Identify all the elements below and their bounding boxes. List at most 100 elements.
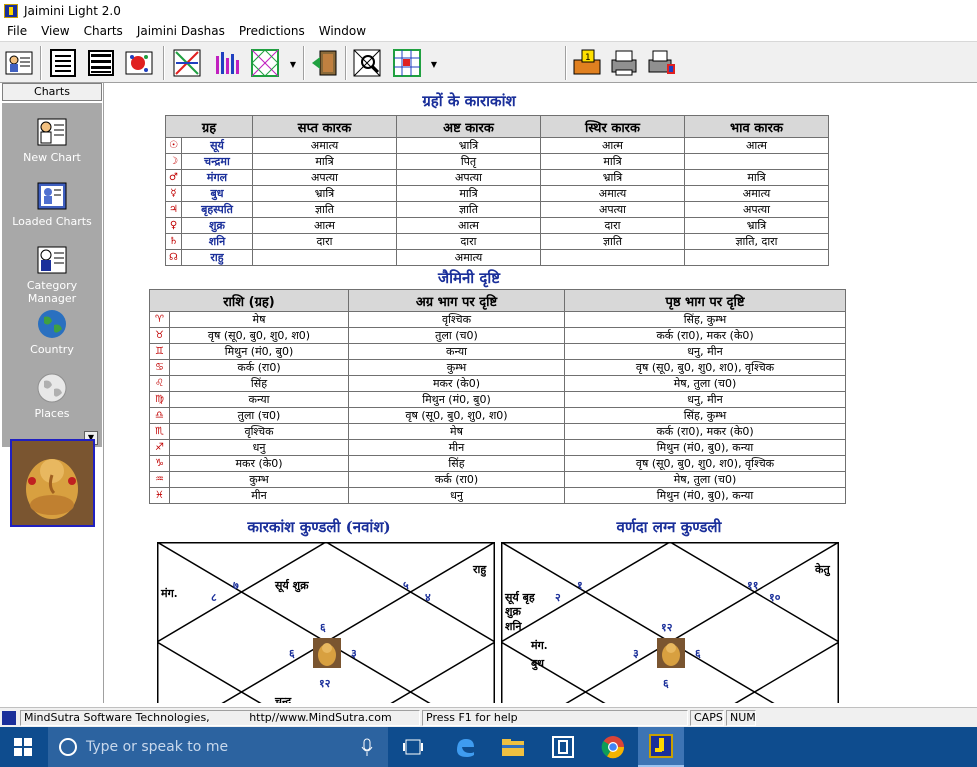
sidebar-item-country[interactable]: Country xyxy=(2,309,102,356)
tablet-app-icon[interactable] xyxy=(540,727,586,767)
menu-charts[interactable]: Charts xyxy=(77,24,130,38)
menu-predictions[interactable]: Predictions xyxy=(232,24,312,38)
chart-planet-label: शुक्र xyxy=(505,605,521,618)
zodiac-symbol-icon: ♏ xyxy=(149,423,170,440)
grid-table-icon[interactable] xyxy=(390,46,424,80)
task-view-icon[interactable] xyxy=(390,727,436,767)
toolbar-separator xyxy=(163,46,165,80)
document-list-icon[interactable] xyxy=(46,46,80,80)
zodiac-symbol-icon: ♈ xyxy=(149,311,170,328)
planet-symbol-icon: ☿ xyxy=(165,185,182,202)
table-cell: अपत्या xyxy=(540,201,685,218)
table-row: ☉ सूर्य अमात्य भ्रात्रि आत्म आत्म xyxy=(165,137,829,154)
exit-door-icon[interactable] xyxy=(308,46,342,80)
table-cell: दारा xyxy=(540,217,685,234)
sidebar-item-new-chart[interactable]: New Chart xyxy=(2,117,102,164)
sidebar-item-label: Category Manager xyxy=(26,279,78,305)
chart1-title: कारकांश कुण्डली (नवांश) xyxy=(247,518,391,536)
zodiac-symbol-icon: ♑ xyxy=(149,455,170,472)
table-cell: धनु xyxy=(169,439,349,456)
microphone-icon[interactable] xyxy=(360,737,374,757)
windows-start-icon[interactable] xyxy=(0,727,46,767)
table-cell xyxy=(684,153,829,170)
graph-lines-icon[interactable] xyxy=(170,46,204,80)
table-cell: तुला (च0) xyxy=(169,407,349,424)
house-number: १२ xyxy=(319,677,331,690)
table-cell: मेष xyxy=(169,311,349,328)
app-status-icon xyxy=(2,711,16,725)
table-row: ♒ कुम्भ कर्क (रा0) मेष, तुला (च0) xyxy=(149,471,846,488)
chart-planet-label: सूर्य बृह xyxy=(505,591,535,604)
menu-view[interactable]: View xyxy=(34,24,76,38)
table-cell: मेष, तुला (च0) xyxy=(564,471,846,488)
table-cell: धनु xyxy=(348,487,565,504)
chart-planet-label: मंग. xyxy=(531,639,548,652)
table-cell: अमात्य xyxy=(540,185,685,202)
status-company: MindSutra Software Technologies, http//w… xyxy=(20,710,420,726)
table-cell: मात्रि xyxy=(396,185,541,202)
table-view-icon[interactable] xyxy=(84,46,118,80)
file-explorer-icon[interactable] xyxy=(490,727,536,767)
search-placeholder: Type or speak to me xyxy=(86,739,229,755)
planet-symbol-icon: ☽ xyxy=(165,153,182,170)
sidebar-item-places[interactable]: Places xyxy=(2,373,102,420)
sidebar-item-category-manager[interactable]: Category Manager xyxy=(2,245,102,305)
menu-window[interactable]: Window xyxy=(312,24,373,38)
print-preview-icon[interactable]: 1 xyxy=(570,46,604,80)
menu-jaimini-dashas[interactable]: Jaimini Dashas xyxy=(130,24,232,38)
table-row: ♊ मिथुन (मं0, बु0) कन्या धनु, मीन xyxy=(149,343,846,360)
jaimini-taskbar-icon[interactable] xyxy=(638,727,684,767)
edge-browser-icon[interactable] xyxy=(442,727,488,767)
planet-symbol-icon: ♂ xyxy=(165,169,182,186)
table-cell: मेष, तुला (च0) xyxy=(564,375,846,392)
table-cell: मात्रि xyxy=(540,153,685,170)
dots-chart-icon[interactable] xyxy=(122,46,156,80)
sidebar-item-label: Loaded Charts xyxy=(12,215,92,228)
new-chart-tool-icon[interactable] xyxy=(2,46,36,80)
table-cell: मीन xyxy=(348,439,565,456)
menu-file[interactable]: File xyxy=(0,24,34,38)
table-cell: कर्क (रा0), मकर (के0) xyxy=(564,327,846,344)
zodiac-symbol-icon: ♒ xyxy=(149,471,170,488)
planet-name: बृहस्पति xyxy=(181,201,253,218)
dropdown-arrow-icon[interactable]: ▼ xyxy=(288,60,298,70)
table-cell: मकर (के0) xyxy=(169,455,349,472)
table-cell: अपत्या xyxy=(684,201,829,218)
zoom-chart-icon[interactable] xyxy=(350,46,384,80)
taskbar-search[interactable]: Type or speak to me xyxy=(48,727,388,767)
table-cell: कुम्भ xyxy=(169,471,349,488)
table-cell: वृष (सू0, बु0, शु0, श0), वृश्चिक xyxy=(564,359,846,376)
grid-chart-icon[interactable] xyxy=(248,46,282,80)
planet-symbol-icon: ♃ xyxy=(165,201,182,218)
house-number: ३ xyxy=(351,647,357,660)
column-header: अग्र भाग पर दृष्टि xyxy=(348,289,565,312)
table-cell: दारा xyxy=(396,233,541,250)
table-row: ♉ वृष (सू0, बु0, शु0, श0) तुला (च0) कर्क (र… xyxy=(149,327,846,344)
table-cell: आत्म xyxy=(540,137,685,154)
app-icon xyxy=(4,3,18,18)
printer-icon[interactable] xyxy=(607,46,641,80)
bar-graph-icon[interactable] xyxy=(210,46,244,80)
table-row: ♃ बृहस्पति ज्ञाति ज्ञाति अपत्या अपत्या xyxy=(165,201,829,218)
planet-symbol-icon: ☊ xyxy=(165,249,182,266)
table-row: ♄ शनि दारा दारा ज्ञाति ज्ञाति, दारा xyxy=(165,233,829,250)
table-cell: अपत्या xyxy=(252,169,397,186)
drishti-table: राशि (ग्रह) अग्र भाग पर दृष्टि पृष्ठ भाग… xyxy=(149,289,846,504)
table-cell xyxy=(252,249,397,266)
zodiac-symbol-icon: ♐ xyxy=(149,439,170,456)
printer-setup-icon[interactable] xyxy=(645,46,679,80)
planet-symbol-icon: ♀ xyxy=(165,217,182,234)
chrome-browser-icon[interactable] xyxy=(590,727,636,767)
sidebar-header[interactable]: Charts xyxy=(2,83,102,101)
table-row: ♋ कर्क (रा0) कुम्भ वृष (सू0, बु0, शु0, श0),… xyxy=(149,359,846,376)
house-number: ६ xyxy=(695,647,701,660)
loaded-charts-icon xyxy=(35,181,69,211)
dropdown-arrow-icon[interactable]: ▼ xyxy=(429,60,439,70)
sidebar-item-loaded-charts[interactable]: Loaded Charts xyxy=(2,181,102,228)
house-number: ११ xyxy=(747,579,759,592)
sidebar-item-label: New Chart xyxy=(23,151,81,164)
house-number: १० xyxy=(769,591,781,604)
chart2-title: वर्णदा लग्न कुण्डली xyxy=(616,518,722,536)
planet-name: मंगल xyxy=(181,169,253,186)
table-cell: कर्क (रा0), मकर (के0) xyxy=(564,423,846,440)
